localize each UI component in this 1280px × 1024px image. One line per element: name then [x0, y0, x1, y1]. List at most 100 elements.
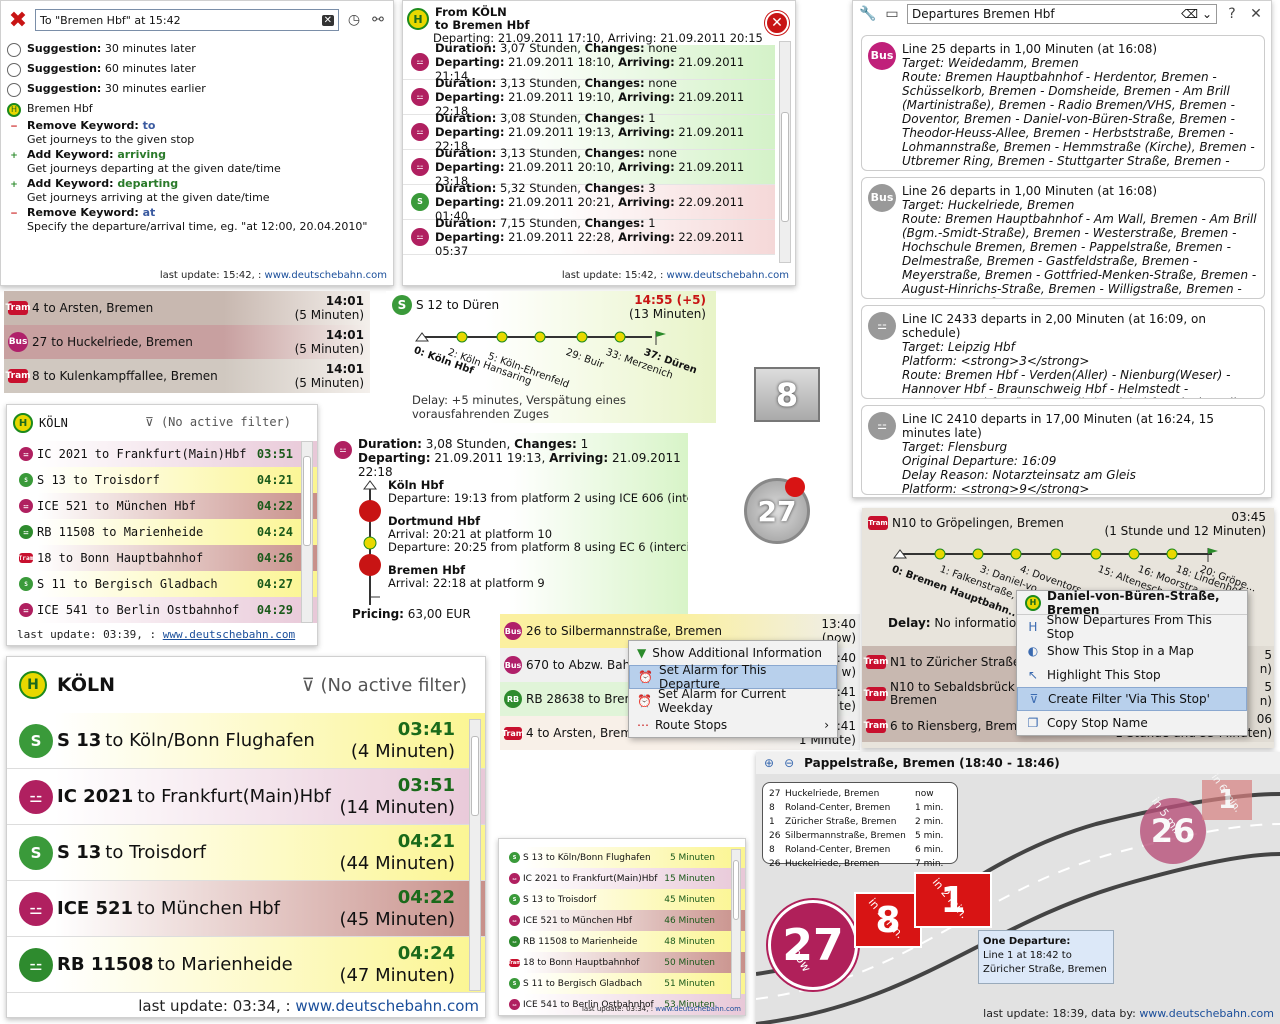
- suggestion-item[interactable]: Suggestion: 60 minutes later: [1, 59, 393, 79]
- marker-8[interactable]: 8 in 1 min.: [854, 892, 922, 948]
- departure-row[interactable]: SS 13 to Troisdorf 45 Minuten: [499, 889, 745, 910]
- departure-card[interactable]: Bus Line 25 departs in 1,00 Minuten (at 1…: [861, 35, 1265, 171]
- departure-row[interactable]: ⚍ RB 11508 to Marienheide 04:24 (47 Minuten…: [7, 937, 485, 993]
- journey-row[interactable]: S Duration: 5,32 Stunden, Changes: 3 Depar…: [403, 181, 775, 223]
- menu-item[interactable]: ⊽ Create Filter 'Via This Stop': [1017, 687, 1247, 711]
- footer-link[interactable]: www.deutschebahn.com: [655, 1005, 741, 1013]
- menu-item[interactable]: ◐ Show This Stop in a Map: [1017, 639, 1247, 663]
- scrollbar[interactable]: [731, 849, 741, 999]
- keyword-item[interactable]: + Add Keyword: departing Get journeys arri…: [1, 177, 393, 206]
- compact-rows: SS 13 to Köln/Bonn Flughafen 5 Minuten ⚍ IC…: [499, 839, 745, 1015]
- journey-row[interactable]: ⚍ Duration: 3,08 Stunden, Changes: 1 Depar…: [403, 111, 775, 153]
- departure-row[interactable]: Tram 18 to Bonn Hauptbahnhof 04:26: [7, 545, 317, 571]
- line-destination: Roland-Center, Bremen: [785, 845, 891, 855]
- departure-time: 48 Minuten: [664, 936, 715, 947]
- window-icon[interactable]: ▭: [883, 5, 901, 23]
- filter-indicator[interactable]: ⊽ (No active filter): [145, 415, 291, 429]
- footer-link[interactable]: www.deutschebahn.com: [667, 270, 789, 281]
- zoom-in-icon[interactable]: ⊕: [764, 756, 774, 770]
- menu-item[interactable]: H Show Departures From This Stop: [1017, 613, 1247, 641]
- history-icon[interactable]: ◷: [345, 11, 363, 29]
- menu-item[interactable]: ⏰ Set Alarm for This Departure: [629, 663, 837, 691]
- departure-card[interactable]: ⚍ Line IC 2410 departs in 17,00 Minuten (…: [861, 405, 1265, 495]
- zoom-out-icon[interactable]: ⊖: [784, 756, 794, 770]
- clear-icon[interactable]: ✕: [321, 14, 334, 26]
- departure-row[interactable]: ⚍ ICE 521 to München Hbf 46 Minuten: [499, 910, 745, 931]
- journey-row[interactable]: ⚍ Duration: 3,13 Stunden, Changes: none De…: [403, 146, 775, 188]
- card-target: Target: Flensburg: [902, 440, 1008, 454]
- marker-26[interactable]: 26 in 5 min.: [1140, 795, 1206, 864]
- tram-row[interactable]: Bus 27 to Huckelriede, Bremen 14:01 (5 Minut…: [4, 325, 370, 359]
- close-icon[interactable]: ✕: [1247, 5, 1265, 23]
- departure-card[interactable]: ⚍ Line IC 2433 departs in 2,00 Minuten (a…: [861, 305, 1265, 399]
- keyword-item[interactable]: + Add Keyword: arriving Get journeys depar…: [1, 148, 393, 177]
- help-icon[interactable]: ?: [1223, 5, 1241, 23]
- scrollbar[interactable]: [779, 41, 791, 263]
- footer-link[interactable]: www.deutschebahn.com: [265, 270, 387, 281]
- footer-link[interactable]: www.deutschebahn.com: [1139, 1007, 1274, 1020]
- wrench-icon[interactable]: 🔧: [859, 5, 877, 23]
- keyword-prefix: Add Keyword:: [27, 148, 118, 161]
- menu-item[interactable]: ▼ Show Additional Information: [629, 641, 837, 665]
- departure-row[interactable]: SS 13 to Köln/Bonn Flughafen 5 Minuten: [499, 847, 745, 868]
- journey-row[interactable]: ⚍ Duration: 3,07 Stunden, Changes: none De…: [403, 41, 775, 83]
- footer-text: last update: 15:42, :: [561, 270, 667, 281]
- departure-row[interactable]: ⚍ IC 2021 to Frankfurt(Main)Hbf 03:51 (14 M…: [7, 769, 485, 825]
- departure-row[interactable]: ⚍ IC 2021 to Frankfurt(Main)Hbf 15 Minuten: [499, 868, 745, 889]
- s-icon: S: [19, 577, 33, 591]
- keyword-item[interactable]: − Remove Keyword: to Get journeys to the g…: [1, 119, 393, 148]
- departure-row[interactable]: ⚍ IC 2021 to Frankfurt(Main)Hbf 03:51: [7, 441, 317, 467]
- departure-row[interactable]: ⚍ RB 11508 to Marienheide 04:24: [7, 519, 317, 545]
- stop-select[interactable]: Departures Bremen Hbf ⌫ ⌄: [907, 4, 1217, 24]
- marker-1[interactable]: 1 in 2 min.: [914, 872, 992, 928]
- journey-row[interactable]: ⚍ Duration: 3,13 Stunden, Changes: none De…: [403, 76, 775, 118]
- journey-changes: none: [648, 76, 677, 90]
- departure-card[interactable]: Bus Line 26 departs in 1,00 Minuten (at 1…: [861, 177, 1265, 299]
- menu-item[interactable]: ❐ Copy Stop Name: [1017, 711, 1247, 735]
- dep-rel: (44 Minuten): [339, 852, 455, 874]
- footer-link[interactable]: www.deutschebahn.com: [163, 628, 295, 641]
- departure-row[interactable]: S S 11 to Bergisch Gladbach 04:27: [7, 571, 317, 597]
- scrollbar[interactable]: [301, 441, 313, 623]
- alarm-icon: ⏰: [637, 694, 652, 708]
- close-icon[interactable]: ✕: [765, 11, 789, 35]
- menu-item[interactable]: ⋯ Route Stops ›: [629, 713, 837, 737]
- keyword-text: Add Keyword: departing Get journeys arriv…: [27, 177, 270, 205]
- close-icon[interactable]: ✖: [7, 8, 29, 33]
- departure-row[interactable]: S S 13 to Troisdorf 04:21: [7, 467, 317, 493]
- marker-27[interactable]: 27 now: [768, 900, 858, 990]
- departure-row[interactable]: ⚍ RB 11508 to Marienheide 48 Minuten: [499, 931, 745, 952]
- card-head: Line 25 departs in 1,00 Minuten (at 16:0…: [902, 42, 1158, 56]
- departure-row[interactable]: Tram 18 to Bonn Hauptbahnhof 50 Minuten: [499, 952, 745, 973]
- menu-item[interactable]: ⏰ Set Alarm for Current Weekday: [629, 687, 837, 715]
- journeys-panel: H From KÖLN to Bremen Hbf ✕ Departing: 2…: [402, 0, 796, 286]
- dep-time: 04:24: [397, 942, 455, 964]
- menu-item[interactable]: ↖ Highlight This Stop: [1017, 663, 1247, 687]
- footer-link[interactable]: www.deutschebahn.com: [295, 997, 479, 1015]
- keyword-item[interactable]: − Remove Keyword: at Specify the departure…: [1, 206, 393, 235]
- departure-row[interactable]: ⚍ ICE 541 to Berlin Ostbahnhof 04:29: [7, 597, 317, 623]
- tram-row[interactable]: Tram 4 to Arsten, Bremen 14:01 (5 Minuten): [4, 291, 370, 325]
- card-head: Line IC 2433 departs in 2,00 Minuten (at…: [902, 312, 1206, 340]
- binoculars-icon[interactable]: ⚯: [369, 11, 387, 29]
- departure-time: 04:21: [256, 473, 293, 487]
- scrollbar[interactable]: [469, 719, 481, 991]
- departure-row[interactable]: SS 13 to Troisdorf 04:21 (44 Minuten): [7, 825, 485, 881]
- card-target: Target: Leipzig Hbf: [902, 340, 1015, 354]
- filter-indicator[interactable]: ⊽ (No active filter): [302, 675, 467, 696]
- suggestion-item[interactable]: Suggestion: 30 minutes earlier: [1, 79, 393, 99]
- vehicle-icon: ⚍: [868, 412, 896, 440]
- departure-row[interactable]: ⚍ ICE 521 to München Hbf 04:22 (45 Minuten): [7, 881, 485, 937]
- departure-row[interactable]: SS 11 to Bergisch Gladbach 51 Minuten: [499, 973, 745, 994]
- departure-row[interactable]: SS 13 to Köln/Bonn Flughafen 03:41 (4 Minu…: [7, 713, 485, 769]
- tram-row[interactable]: Tram 8 to Kulenkampffallee, Bremen 14:01 (5 …: [4, 359, 370, 393]
- stop-suggestion[interactable]: H Bremen Hbf: [1, 99, 393, 119]
- line-name: S 13: [57, 842, 102, 863]
- suggestion-item[interactable]: Suggestion: 30 minutes later: [1, 39, 393, 59]
- marker-1b[interactable]: 1 in 6 min.: [1202, 772, 1252, 820]
- query-input[interactable]: To "Bremen Hbf" at 15:42 ✕: [35, 9, 339, 31]
- journey-row[interactable]: ⚍ Duration: 7,15 Stunden, Changes: 1 Depar…: [403, 216, 775, 258]
- departure-row[interactable]: ⚍ ICE 521 to München Hbf 04:22: [7, 493, 317, 519]
- dep-time: 03:41: [397, 718, 455, 740]
- dep-time: 5: [1264, 648, 1272, 662]
